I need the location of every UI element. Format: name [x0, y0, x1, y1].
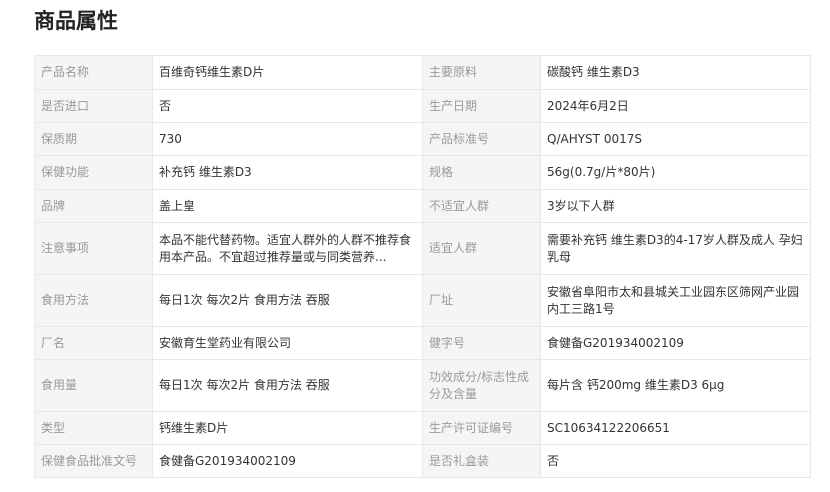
table-row: 品牌 盖上皇 不适宜人群 3岁以下人群	[34, 189, 811, 223]
attr-label: 是否进口	[34, 89, 153, 123]
attr-value: SC10634122206651	[540, 411, 811, 445]
table-row: 是否进口 否 生产日期 2024年6月2日	[34, 89, 811, 123]
table-row: 食用量 每日1次 每次2片 食用方法 吞服 功效成分/标志性成分及含量 每片含 …	[34, 359, 811, 412]
attr-label: 规格	[422, 155, 541, 190]
attributes-table: 产品名称 百维奇钙维生素D片 主要原料 碳酸钙 维生素D3 是否进口 否 生产日…	[34, 55, 811, 478]
table-row: 食用方法 每日1次 每次2片 食用方法 吞服 厂址 安徽省阜阳市太和县城关工业园…	[34, 274, 811, 327]
attr-label: 厂名	[34, 326, 153, 360]
attr-value: 安徽育生堂药业有限公司	[152, 326, 423, 360]
attr-label: 生产许可证编号	[422, 411, 541, 445]
attr-value: 补充钙 维生素D3	[152, 155, 423, 190]
attr-value: 每日1次 每次2片 食用方法 吞服	[152, 359, 423, 412]
section-title: 商品属性	[34, 9, 118, 33]
attr-value: 每片含 钙200mg 维生素D3 6μg	[540, 359, 811, 412]
attr-label: 功效成分/标志性成分及含量	[422, 359, 541, 412]
attr-label: 保健食品批准文号	[34, 444, 153, 478]
table-row: 厂名 安徽育生堂药业有限公司 健字号 食健备G201934002109	[34, 326, 811, 360]
attr-value: 否	[152, 89, 423, 123]
attr-value: 否	[540, 444, 811, 478]
attr-label: 是否礼盒装	[422, 444, 541, 478]
attr-value: 每日1次 每次2片 食用方法 吞服	[152, 274, 423, 327]
attr-value: 碳酸钙 维生素D3	[540, 55, 811, 90]
attr-label: 生产日期	[422, 89, 541, 123]
attr-label: 品牌	[34, 189, 153, 223]
table-row: 注意事项 本品不能代替药物。适宜人群外的人群不推荐食用本产品。不宜超过推荐量或与…	[34, 222, 811, 275]
attr-label: 产品标准号	[422, 122, 541, 156]
attr-label: 健字号	[422, 326, 541, 360]
attr-label: 保质期	[34, 122, 153, 156]
attr-label: 食用量	[34, 359, 153, 412]
attr-label: 适宜人群	[422, 222, 541, 275]
table-row: 保健功能 补充钙 维生素D3 规格 56g(0.7g/片*80片)	[34, 155, 811, 190]
attr-label: 不适宜人群	[422, 189, 541, 223]
attr-value: 盖上皇	[152, 189, 423, 223]
attr-value: 56g(0.7g/片*80片)	[540, 155, 811, 190]
attr-label: 食用方法	[34, 274, 153, 327]
attr-value: 食健备G201934002109	[540, 326, 811, 360]
attr-value: 2024年6月2日	[540, 89, 811, 123]
attr-value: 本品不能代替药物。适宜人群外的人群不推荐食用本产品。不宜超过推荐量或与同类营养.…	[159, 232, 412, 264]
attr-label: 主要原料	[422, 55, 541, 90]
table-row: 保健食品批准文号 食健备G201934002109 是否礼盒装 否	[34, 444, 811, 478]
attr-value: 需要补充钙 维生素D3的4-17岁人群及成人 孕妇 乳母	[540, 222, 811, 275]
attr-value: Q/AHYST 0017S	[540, 122, 811, 156]
table-row: 类型 钙维生素D片 生产许可证编号 SC10634122206651	[34, 411, 811, 445]
attr-label: 类型	[34, 411, 153, 445]
attr-value: 3岁以下人群	[540, 189, 811, 223]
attr-label: 注意事项	[34, 222, 153, 275]
table-row: 保质期 730 产品标准号 Q/AHYST 0017S	[34, 122, 811, 156]
attr-value: 安徽省阜阳市太和县城关工业园东区筛网产业园内工三路1号	[540, 274, 811, 327]
attr-value: 食健备G201934002109	[152, 444, 423, 478]
attr-value: 百维奇钙维生素D片	[152, 55, 423, 90]
attr-label: 厂址	[422, 274, 541, 327]
attr-value: 730	[152, 122, 423, 156]
attr-value: 钙维生素D片	[152, 411, 423, 445]
table-row: 产品名称 百维奇钙维生素D片 主要原料 碳酸钙 维生素D3	[34, 55, 811, 90]
attr-label: 保健功能	[34, 155, 153, 190]
attr-label: 产品名称	[34, 55, 153, 90]
